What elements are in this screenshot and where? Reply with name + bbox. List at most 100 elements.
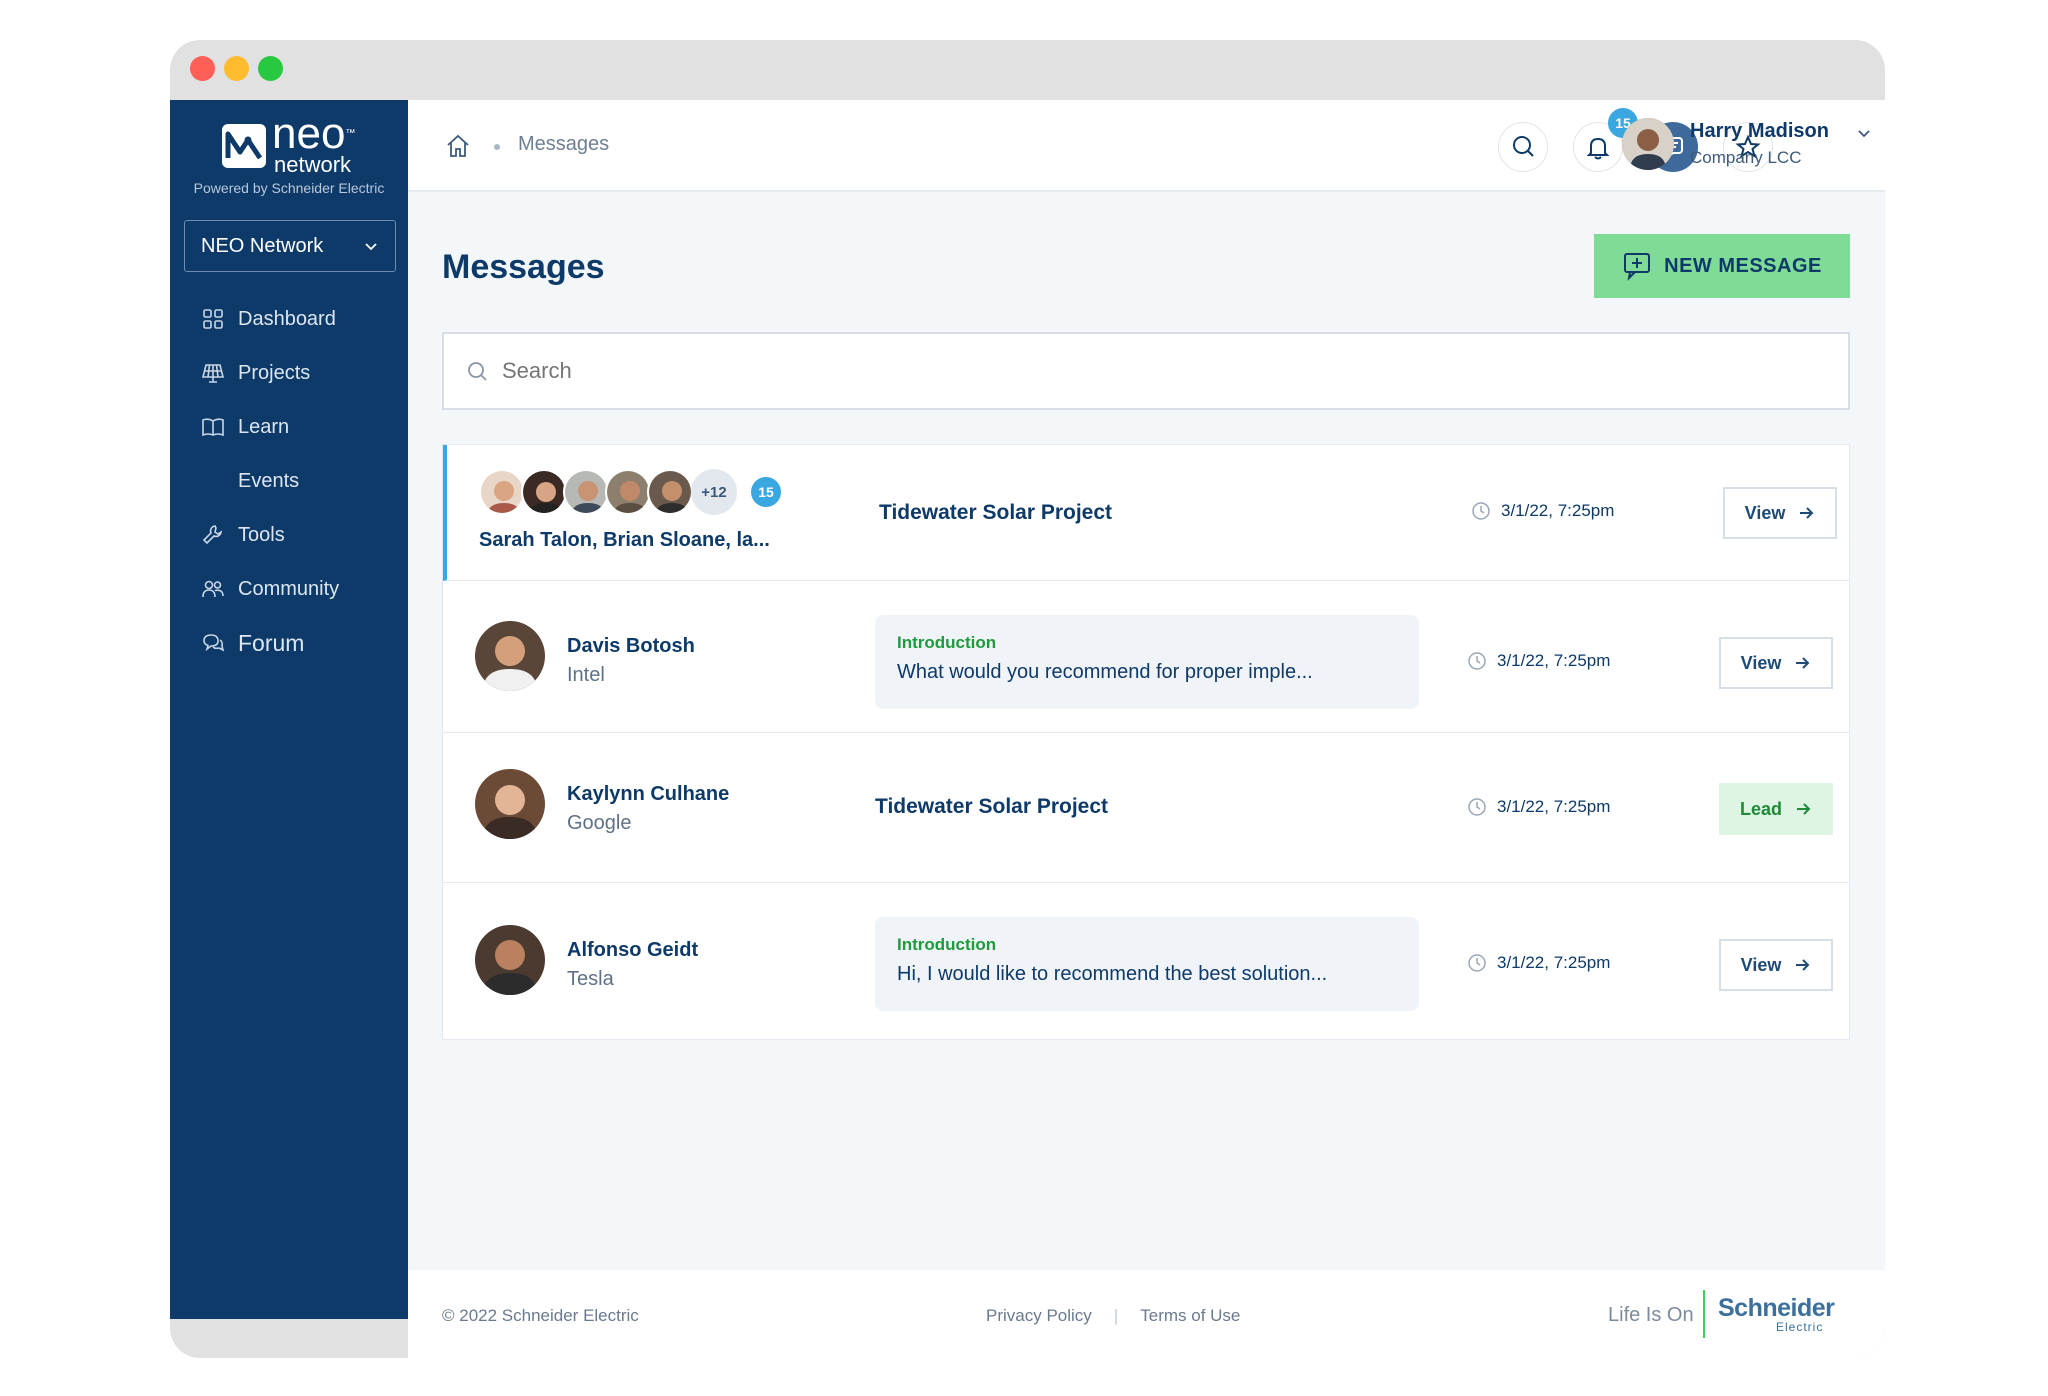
logo-subtitle: network [274,152,352,177]
view-button[interactable]: View [1719,939,1833,991]
new-message-button[interactable]: NEW MESSAGE [1594,234,1850,298]
sidebar-item-dashboard[interactable]: Dashboard [170,292,408,346]
arrow-right-icon [1797,803,1811,815]
group-participant-names: Sarah Talon, Brian Sloane, la... [479,529,770,551]
message-tag: Introduction [897,633,997,652]
sidebar-item-label: Events [238,469,300,492]
search-icon [1513,136,1534,157]
search-input[interactable] [502,358,1802,384]
arrow-right-icon [1796,657,1810,669]
message-subject: Tidewater Solar Project [879,501,1113,524]
message-preview[interactable]: Introduction Hi, I would like to recomme… [875,917,1419,1011]
sidebar-item-label: Projects [238,361,311,384]
user-name[interactable]: Harry Madison [1690,120,1829,143]
contact-avatar [475,621,545,691]
footer: © 2022 Schneider Electric Privacy Policy… [408,1270,1885,1358]
clock-icon [1468,954,1486,972]
home-icon[interactable] [444,132,472,160]
participant-avatar [605,469,651,515]
footer-links: Privacy Policy | Terms of Use [986,1306,1240,1326]
book-icon [200,414,226,440]
sidebar-item-events[interactable]: Events [170,454,408,508]
message-search[interactable] [442,332,1850,410]
neo-network-logo[interactable]: neo™ network [220,112,380,177]
neo-logo-mark-icon [222,124,266,168]
copyright-text: © 2022 Schneider Electric [442,1306,639,1325]
message-time: 3/1/22, 7:25pm [1467,953,1610,973]
clock-icon [1468,798,1486,816]
message-preview[interactable]: Introduction What would you recommend fo… [875,615,1419,709]
schneider-electric-logo[interactable]: Life Is On Schneider Electric [1608,1290,1868,1340]
breadcrumb-separator [494,144,500,150]
brand-divider [1703,1290,1705,1338]
contact-name: Davis Botosh [567,635,695,657]
top-header: Messages 15 Harry Madison Company LCC [408,100,1885,192]
message-time: 3/1/22, 7:25pm [1471,501,1614,521]
privacy-policy-link[interactable]: Privacy Policy [986,1306,1092,1326]
close-window-button[interactable] [190,56,215,81]
contact-company: Google [567,812,632,834]
search-icon [468,362,487,381]
more-participants-badge: +12 [691,469,737,515]
schneider-wordmark: Schneider [1718,1294,1835,1322]
unread-count-badge: 15 [751,477,781,507]
sidebar-item-tools[interactable]: Tools [170,508,408,562]
network-select[interactable]: NEO Network [184,220,396,272]
message-row[interactable]: Kaylynn Culhane Google Tidewater Solar P… [443,733,1849,883]
footer-separator: | [1113,1306,1119,1325]
bell-icon [1586,137,1610,160]
message-time: 3/1/22, 7:25pm [1467,651,1610,671]
contact-name: Alfonso Geidt [567,939,699,961]
maximize-window-button[interactable] [258,56,283,81]
message-list: +12 15 Sarah Talon, Brian Sloane, la... … [442,444,1850,1040]
user-company: Company LCC [1690,148,1802,167]
breadcrumb-current: Messages [518,133,610,155]
sidebar-nav: Dashboard Projects Learn Events Tools Co… [170,292,408,670]
sidebar-item-label: Forum [238,629,305,656]
contact-company: Intel [567,664,605,686]
participant-avatar [479,469,525,515]
search-button[interactable] [1498,122,1548,172]
contact-avatar [475,769,545,839]
minimize-window-button[interactable] [224,56,249,81]
window-controls [190,56,283,81]
message-row[interactable]: Davis Botosh Intel Introduction What wou… [443,581,1849,733]
arrow-right-icon [1796,959,1810,971]
wrench-icon [200,522,226,548]
sidebar-item-learn[interactable]: Learn [170,400,408,454]
message-row[interactable]: Alfonso Geidt Tesla Introduction Hi, I w… [443,883,1849,1039]
user-avatar[interactable] [1622,118,1674,170]
app: neo™ network Powered by Schneider Electr… [170,100,1885,1358]
clock-icon [1472,502,1490,520]
sidebar-item-community[interactable]: Community [170,562,408,616]
view-button[interactable]: View [1723,487,1837,539]
lead-button[interactable]: Lead [1719,783,1833,835]
terms-of-use-link[interactable]: Terms of Use [1140,1306,1240,1326]
contact-name: Kaylynn Culhane [567,783,730,805]
sidebar-item-forum[interactable]: Forum [170,616,408,670]
contact-company: Tesla [567,968,614,990]
message-time: 3/1/22, 7:25pm [1467,797,1610,817]
grid-icon [200,306,226,332]
contact-avatar [475,925,545,995]
logo-word: neo™ [272,109,356,158]
browser-window: neo™ network Powered by Schneider Electr… [170,40,1885,1358]
view-button[interactable]: View [1719,637,1833,689]
sidebar-item-label: Tools [238,523,285,546]
arrow-right-icon [1800,507,1814,519]
message-subject: Tidewater Solar Project [875,795,1109,818]
powered-by-text: Powered by Schneider Electric [193,180,385,196]
electric-wordmark: Electric [1776,1320,1824,1334]
participant-avatar [521,469,567,515]
participant-avatar [563,469,609,515]
message-preview-text: Hi, I would like to recommend the best s… [897,963,1328,985]
sidebar-item-label: Community [238,577,340,600]
message-row[interactable]: +12 15 Sarah Talon, Brian Sloane, la... … [443,445,1849,581]
user-avatar-image [1622,118,1674,170]
page-title: Messages [442,248,605,286]
participant-avatar [647,469,693,515]
network-select-value: NEO Network [201,234,324,257]
sidebar-item-label: Learn [238,415,290,438]
chevron-down-icon[interactable] [1856,125,1872,141]
sidebar-item-projects[interactable]: Projects [170,346,408,400]
